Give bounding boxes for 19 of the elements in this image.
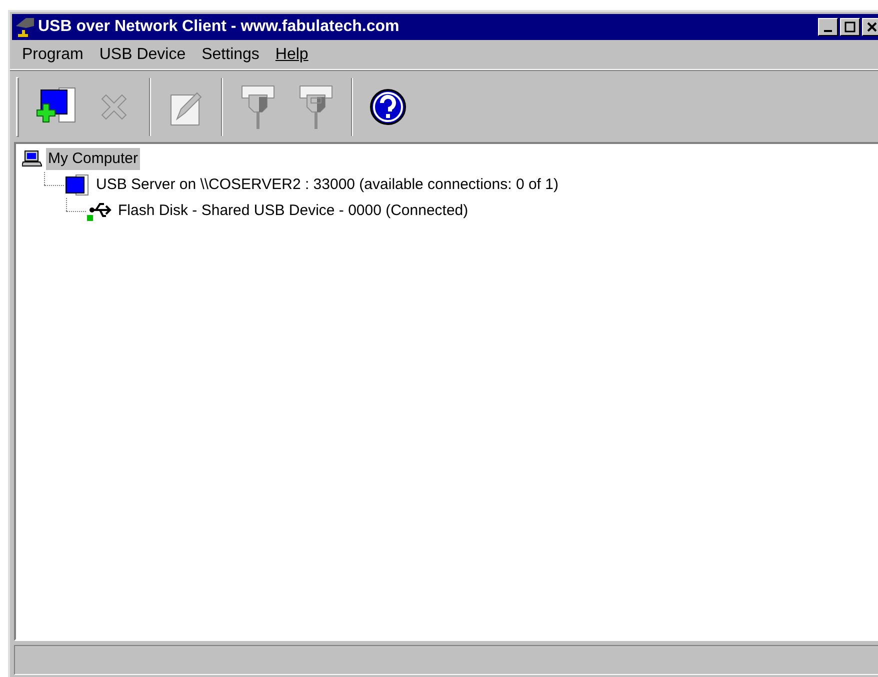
minimize-button[interactable] bbox=[818, 18, 838, 36]
maximize-button[interactable] bbox=[840, 18, 860, 36]
help-icon bbox=[368, 86, 408, 126]
computer-icon bbox=[22, 150, 42, 168]
maximize-icon bbox=[844, 21, 856, 33]
tree-item[interactable]: My Computer bbox=[46, 148, 140, 170]
close-button[interactable] bbox=[862, 18, 878, 36]
tree-item[interactable]: Flash Disk - Shared USB Device - 0000 (Connected) bbox=[116, 200, 470, 222]
minimize-icon bbox=[824, 30, 832, 32]
tree-item[interactable]: USB Server on \\COSERVER2 : 33000 (available connections: 0 of 1) bbox=[94, 174, 560, 196]
menu-item[interactable]: USB Device bbox=[93, 42, 192, 66]
menu-item[interactable]: Help bbox=[269, 42, 314, 66]
plug-icon bbox=[297, 82, 335, 130]
window-title: USB over Network Client - www.fabulatech.com bbox=[38, 17, 400, 37]
close-icon bbox=[866, 21, 878, 33]
plug-icon bbox=[239, 82, 277, 130]
menu-item[interactable]: Program bbox=[16, 42, 90, 66]
app-icon bbox=[14, 16, 36, 38]
menu-item[interactable]: Settings bbox=[196, 42, 266, 66]
